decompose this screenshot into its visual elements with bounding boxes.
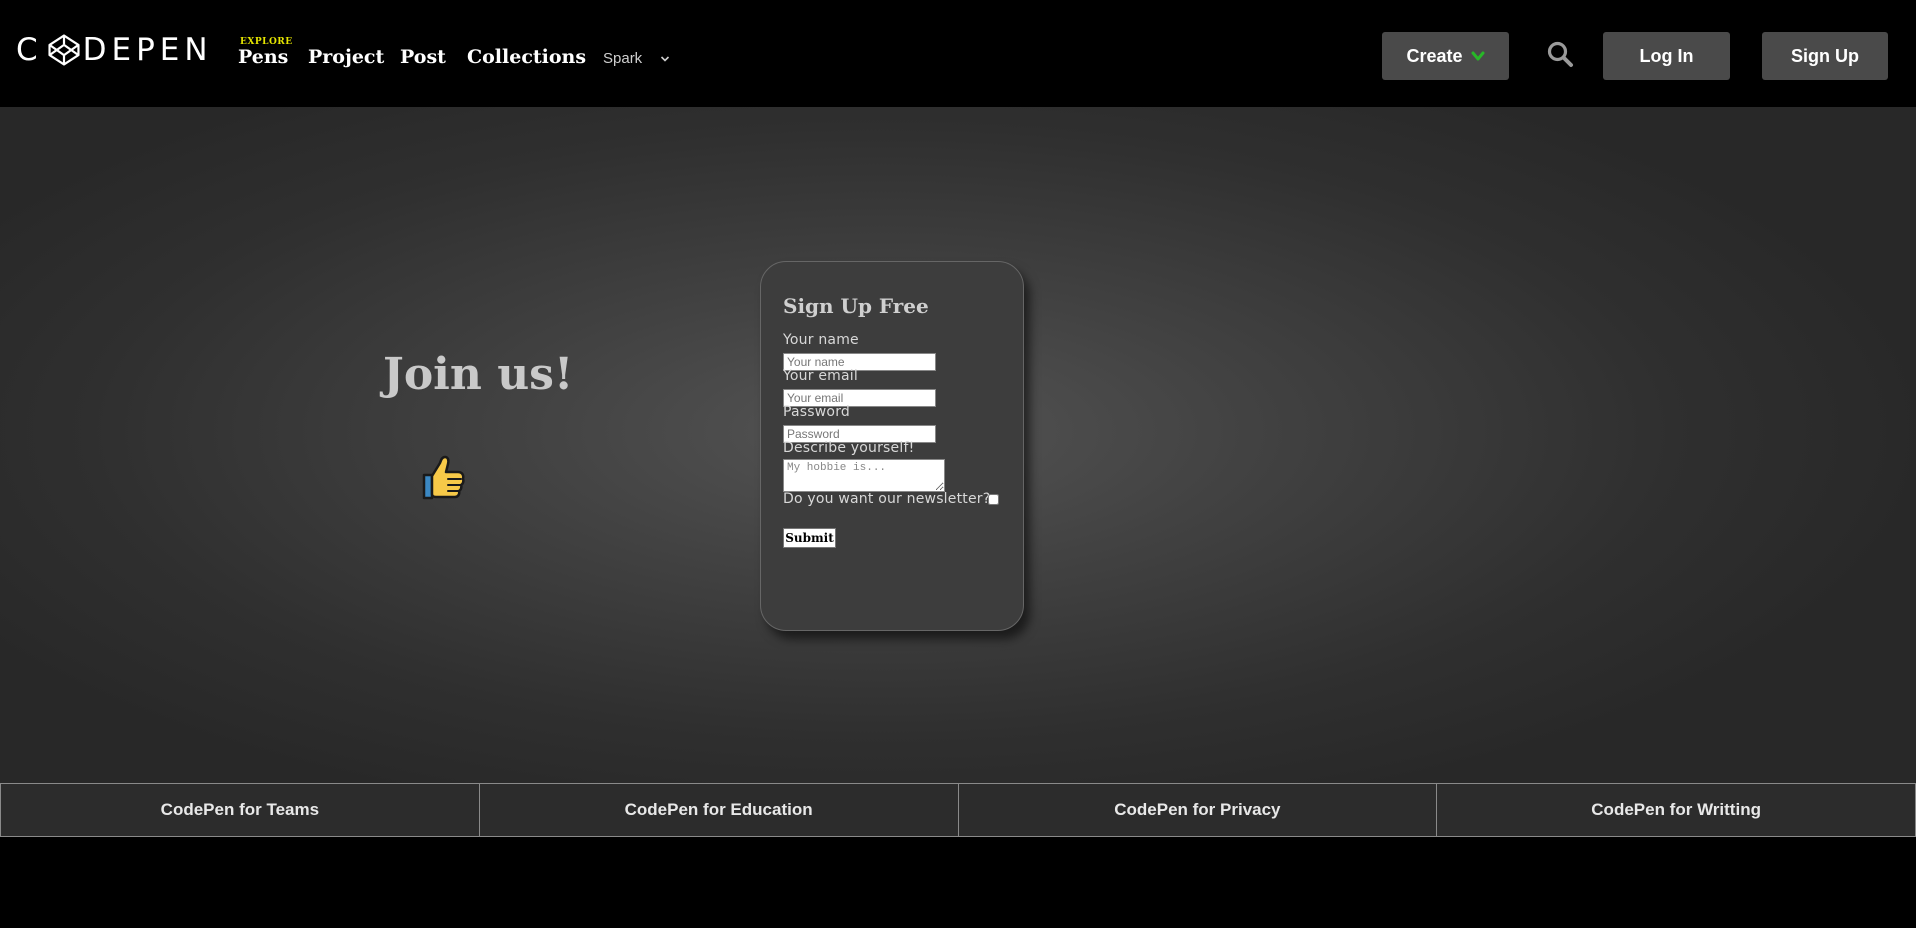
password-label: Password bbox=[783, 404, 850, 420]
spark-dropdown[interactable]: Spark bbox=[603, 50, 670, 67]
page-bottom bbox=[0, 837, 1916, 928]
footer-links: CodePen for Teams CodePen for Education … bbox=[0, 783, 1916, 837]
name-label: Your name bbox=[783, 332, 859, 348]
newsletter-checkbox[interactable] bbox=[988, 494, 999, 505]
submit-button[interactable]: Submit bbox=[783, 528, 836, 548]
signup-form-card: Sign Up Free Your name Your email Passwo… bbox=[760, 261, 1024, 631]
footer-link-writting[interactable]: CodePen for Writting bbox=[1437, 783, 1916, 837]
nav-collections[interactable]: Collections bbox=[467, 46, 586, 68]
codepen-logo[interactable]: C DEPEN bbox=[16, 30, 213, 70]
thumbs-up-icon bbox=[422, 455, 465, 500]
signup-button[interactable]: Sign Up bbox=[1762, 32, 1888, 80]
chevron-down-icon bbox=[661, 55, 670, 62]
create-button[interactable]: Create bbox=[1382, 32, 1509, 80]
nav-project[interactable]: Project bbox=[308, 46, 384, 68]
logo-letters-depen: DEPEN bbox=[82, 32, 213, 68]
main-hero: Join us! Sign Up Free Your name Your ema… bbox=[0, 107, 1916, 783]
nav-post[interactable]: Post bbox=[400, 46, 446, 68]
spark-label: Spark bbox=[603, 50, 643, 67]
describe-label: Describe yourself! bbox=[783, 440, 915, 456]
logo-letter-c: C bbox=[16, 32, 43, 68]
footer-link-teams[interactable]: CodePen for Teams bbox=[0, 783, 480, 837]
email-label: Your email bbox=[783, 368, 858, 384]
nav-pens[interactable]: Pens bbox=[238, 46, 288, 68]
create-label: Create bbox=[1406, 45, 1463, 66]
form-title: Sign Up Free bbox=[783, 294, 929, 318]
login-button[interactable]: Log In bbox=[1603, 32, 1730, 80]
footer-link-education[interactable]: CodePen for Education bbox=[479, 783, 959, 837]
footer-link-privacy[interactable]: CodePen for Privacy bbox=[958, 783, 1438, 837]
join-title: Join us! bbox=[383, 349, 574, 400]
newsletter-label: Do you want our newsletter? bbox=[783, 491, 991, 507]
top-navbar: C DEPEN EXPLORE Pens Project Post Collec… bbox=[0, 0, 1916, 107]
chevron-down-icon bbox=[1471, 51, 1485, 61]
describe-textarea[interactable] bbox=[783, 459, 945, 492]
search-icon[interactable] bbox=[1546, 40, 1574, 68]
codepen-cube-icon bbox=[48, 34, 80, 66]
